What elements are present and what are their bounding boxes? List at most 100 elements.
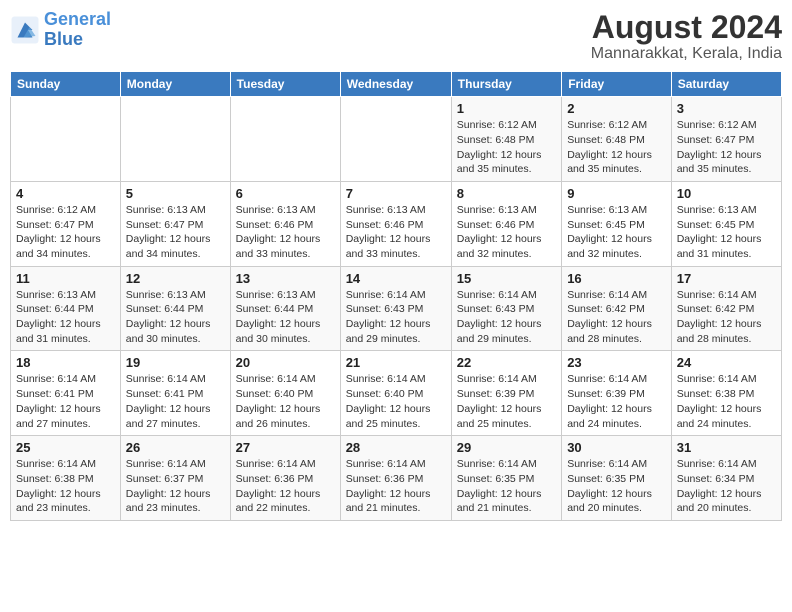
day-detail: Sunrise: 6:14 AM Sunset: 6:42 PM Dayligh… [677, 288, 776, 347]
calendar-cell: 18Sunrise: 6:14 AM Sunset: 6:41 PM Dayli… [11, 351, 121, 436]
day-number: 4 [16, 186, 115, 201]
day-detail: Sunrise: 6:14 AM Sunset: 6:37 PM Dayligh… [126, 457, 225, 516]
logo-text: General Blue [44, 10, 111, 50]
calendar-cell: 13 Sunrise: 6:13 AM Sunset: 6:44 PM Dayli… [230, 266, 340, 351]
calendar-cell: 31 Sunrise: 6:14 AM Sunset: 6:34 PM Dayli… [671, 436, 781, 521]
day-detail: Sunrise: 6:14 AM Sunset: 6:43 PM Dayligh… [346, 288, 446, 347]
calendar-cell: 30 Sunrise: 6:14 AM Sunset: 6:35 PM Dayli… [562, 436, 672, 521]
day-detail: Sunrise: 6:13 AM Sunset: 6:47 PM Dayligh… [126, 203, 225, 262]
calendar-cell: 10 Sunrise: 6:13 AM Sunset: 6:45 PM Dayli… [671, 181, 781, 266]
day-detail: Sunrise: 6:14 AM Sunset: 6:36 PM Dayligh… [346, 457, 446, 516]
day-number: 27 [236, 440, 335, 455]
day-detail: Sunrise: 6:13 AM Sunset: 6:44 PM Dayligh… [126, 288, 225, 347]
day-detail: Sunrise: 6:14 AM Sunset: 6:35 PM Dayligh… [567, 457, 666, 516]
calendar-cell: 29 Sunrise: 6:14 AM Sunset: 6:35 PM Dayli… [451, 436, 561, 521]
weekday-header: Thursday [451, 72, 561, 97]
day-number: 25 [16, 440, 115, 455]
day-number: 28 [346, 440, 446, 455]
calendar-cell [340, 97, 451, 182]
weekday-header-row: SundayMondayTuesdayWednesdayThursdayFrid… [11, 72, 782, 97]
day-detail: Sunrise: 6:14 AM Sunset: 6:40 PM Dayligh… [236, 372, 335, 431]
calendar-cell: 12Sunrise: 6:13 AM Sunset: 6:44 PM Dayli… [120, 266, 230, 351]
day-number: 31 [677, 440, 776, 455]
day-number: 20 [236, 355, 335, 370]
calendar-cell: 3 Sunrise: 6:12 AM Sunset: 6:47 PM Daylig… [671, 97, 781, 182]
calendar-cell: 24 Sunrise: 6:14 AM Sunset: 6:38 PM Dayli… [671, 351, 781, 436]
day-number: 13 [236, 271, 335, 286]
day-detail: Sunrise: 6:12 AM Sunset: 6:48 PM Dayligh… [567, 118, 666, 177]
main-title: August 2024 [591, 10, 782, 45]
header: General Blue August 2024 Mannarakkat, Ke… [10, 10, 782, 63]
day-number: 7 [346, 186, 446, 201]
calendar-week-row: 18 Sunrise: 6:14 AM Sunset: 6:41 PM Dayli… [11, 351, 782, 436]
calendar-cell: 7 Sunrise: 6:13 AM Sunset: 6:46 PM Daylig… [340, 181, 451, 266]
calendar-cell: 27Sunrise: 6:14 AM Sunset: 6:36 PM Dayli… [230, 436, 340, 521]
day-number: 17 [677, 271, 776, 286]
day-number: 22 [457, 355, 556, 370]
day-number: 21 [346, 355, 446, 370]
calendar-cell [11, 97, 121, 182]
day-number: 1 [457, 101, 556, 116]
calendar-cell: 20 Sunrise: 6:14 AM Sunset: 6:40 PM Dayli… [230, 351, 340, 436]
logo-icon [10, 15, 40, 45]
day-number: 24 [677, 355, 776, 370]
day-detail: Sunrise: 6:14 AM Sunset: 6:39 PM Dayligh… [567, 372, 666, 431]
subtitle: Mannarakkat, Kerala, India [591, 45, 782, 63]
calendar-cell: 1 Sunrise: 6:12 AM Sunset: 6:48 PM Daylig… [451, 97, 561, 182]
calendar-table: SundayMondayTuesdayWednesdayThursdayFrid… [10, 71, 782, 521]
day-number: 23 [567, 355, 666, 370]
calendar-cell: 23 Sunrise: 6:14 AM Sunset: 6:39 PM Dayli… [562, 351, 672, 436]
day-detail: Sunrise: 6:14 AM Sunset: 6:42 PM Dayligh… [567, 288, 666, 347]
day-detail: Sunrise: 6:14 AM Sunset: 6:43 PM Dayligh… [457, 288, 556, 347]
title-block: August 2024 Mannarakkat, Kerala, India [591, 10, 782, 63]
calendar-cell: 5 Sunrise: 6:13 AM Sunset: 6:47 PM Daylig… [120, 181, 230, 266]
day-number: 10 [677, 186, 776, 201]
day-detail: Sunrise: 6:13 AM Sunset: 6:44 PM Dayligh… [16, 288, 115, 347]
day-detail: Sunrise: 6:13 AM Sunset: 6:45 PM Dayligh… [567, 203, 666, 262]
day-detail: Sunrise: 6:14 AM Sunset: 6:35 PM Dayligh… [457, 457, 556, 516]
weekday-header: Tuesday [230, 72, 340, 97]
day-number: 18 [16, 355, 115, 370]
weekday-header: Friday [562, 72, 672, 97]
day-number: 6 [236, 186, 335, 201]
day-detail: Sunrise: 6:13 AM Sunset: 6:45 PM Dayligh… [677, 203, 776, 262]
day-number: 26 [126, 440, 225, 455]
day-detail: Sunrise: 6:13 AM Sunset: 6:44 PM Dayligh… [236, 288, 335, 347]
calendar-cell: 19 Sunrise: 6:14 AM Sunset: 6:41 PM Dayli… [120, 351, 230, 436]
calendar-cell: 21 Sunrise: 6:14 AM Sunset: 6:40 PM Dayli… [340, 351, 451, 436]
day-number: 19 [126, 355, 225, 370]
calendar-cell [120, 97, 230, 182]
day-number: 2 [567, 101, 666, 116]
calendar-week-row: 11Sunrise: 6:13 AM Sunset: 6:44 PM Dayli… [11, 266, 782, 351]
weekday-header: Wednesday [340, 72, 451, 97]
weekday-header: Sunday [11, 72, 121, 97]
calendar-week-row: 4 Sunrise: 6:12 AM Sunset: 6:47 PM Daylig… [11, 181, 782, 266]
day-detail: Sunrise: 6:13 AM Sunset: 6:46 PM Dayligh… [346, 203, 446, 262]
calendar-cell: 22 Sunrise: 6:14 AM Sunset: 6:39 PM Dayli… [451, 351, 561, 436]
calendar-cell: 15Sunrise: 6:14 AM Sunset: 6:43 PM Dayli… [451, 266, 561, 351]
calendar-cell: 2 Sunrise: 6:12 AM Sunset: 6:48 PM Daylig… [562, 97, 672, 182]
day-detail: Sunrise: 6:14 AM Sunset: 6:41 PM Dayligh… [126, 372, 225, 431]
day-number: 3 [677, 101, 776, 116]
calendar-cell: 26 Sunrise: 6:14 AM Sunset: 6:37 PM Dayli… [120, 436, 230, 521]
day-detail: Sunrise: 6:12 AM Sunset: 6:48 PM Dayligh… [457, 118, 556, 177]
day-detail: Sunrise: 6:13 AM Sunset: 6:46 PM Dayligh… [236, 203, 335, 262]
calendar-cell: 11Sunrise: 6:13 AM Sunset: 6:44 PM Dayli… [11, 266, 121, 351]
day-number: 8 [457, 186, 556, 201]
day-detail: Sunrise: 6:14 AM Sunset: 6:39 PM Dayligh… [457, 372, 556, 431]
calendar-cell: 14Sunrise: 6:14 AM Sunset: 6:43 PM Dayli… [340, 266, 451, 351]
day-detail: Sunrise: 6:13 AM Sunset: 6:46 PM Dayligh… [457, 203, 556, 262]
calendar-week-row: 1 Sunrise: 6:12 AM Sunset: 6:48 PM Daylig… [11, 97, 782, 182]
calendar-cell: 16Sunrise: 6:14 AM Sunset: 6:42 PM Dayli… [562, 266, 672, 351]
day-detail: Sunrise: 6:14 AM Sunset: 6:38 PM Dayligh… [677, 372, 776, 431]
day-detail: Sunrise: 6:14 AM Sunset: 6:40 PM Dayligh… [346, 372, 446, 431]
day-detail: Sunrise: 6:14 AM Sunset: 6:34 PM Dayligh… [677, 457, 776, 516]
day-detail: Sunrise: 6:12 AM Sunset: 6:47 PM Dayligh… [16, 203, 115, 262]
day-number: 29 [457, 440, 556, 455]
day-number: 30 [567, 440, 666, 455]
day-detail: Sunrise: 6:12 AM Sunset: 6:47 PM Dayligh… [677, 118, 776, 177]
logo: General Blue [10, 10, 111, 50]
calendar-week-row: 25 Sunrise: 6:14 AM Sunset: 6:38 PM Dayli… [11, 436, 782, 521]
day-number: 5 [126, 186, 225, 201]
day-detail: Sunrise: 6:14 AM Sunset: 6:38 PM Dayligh… [16, 457, 115, 516]
